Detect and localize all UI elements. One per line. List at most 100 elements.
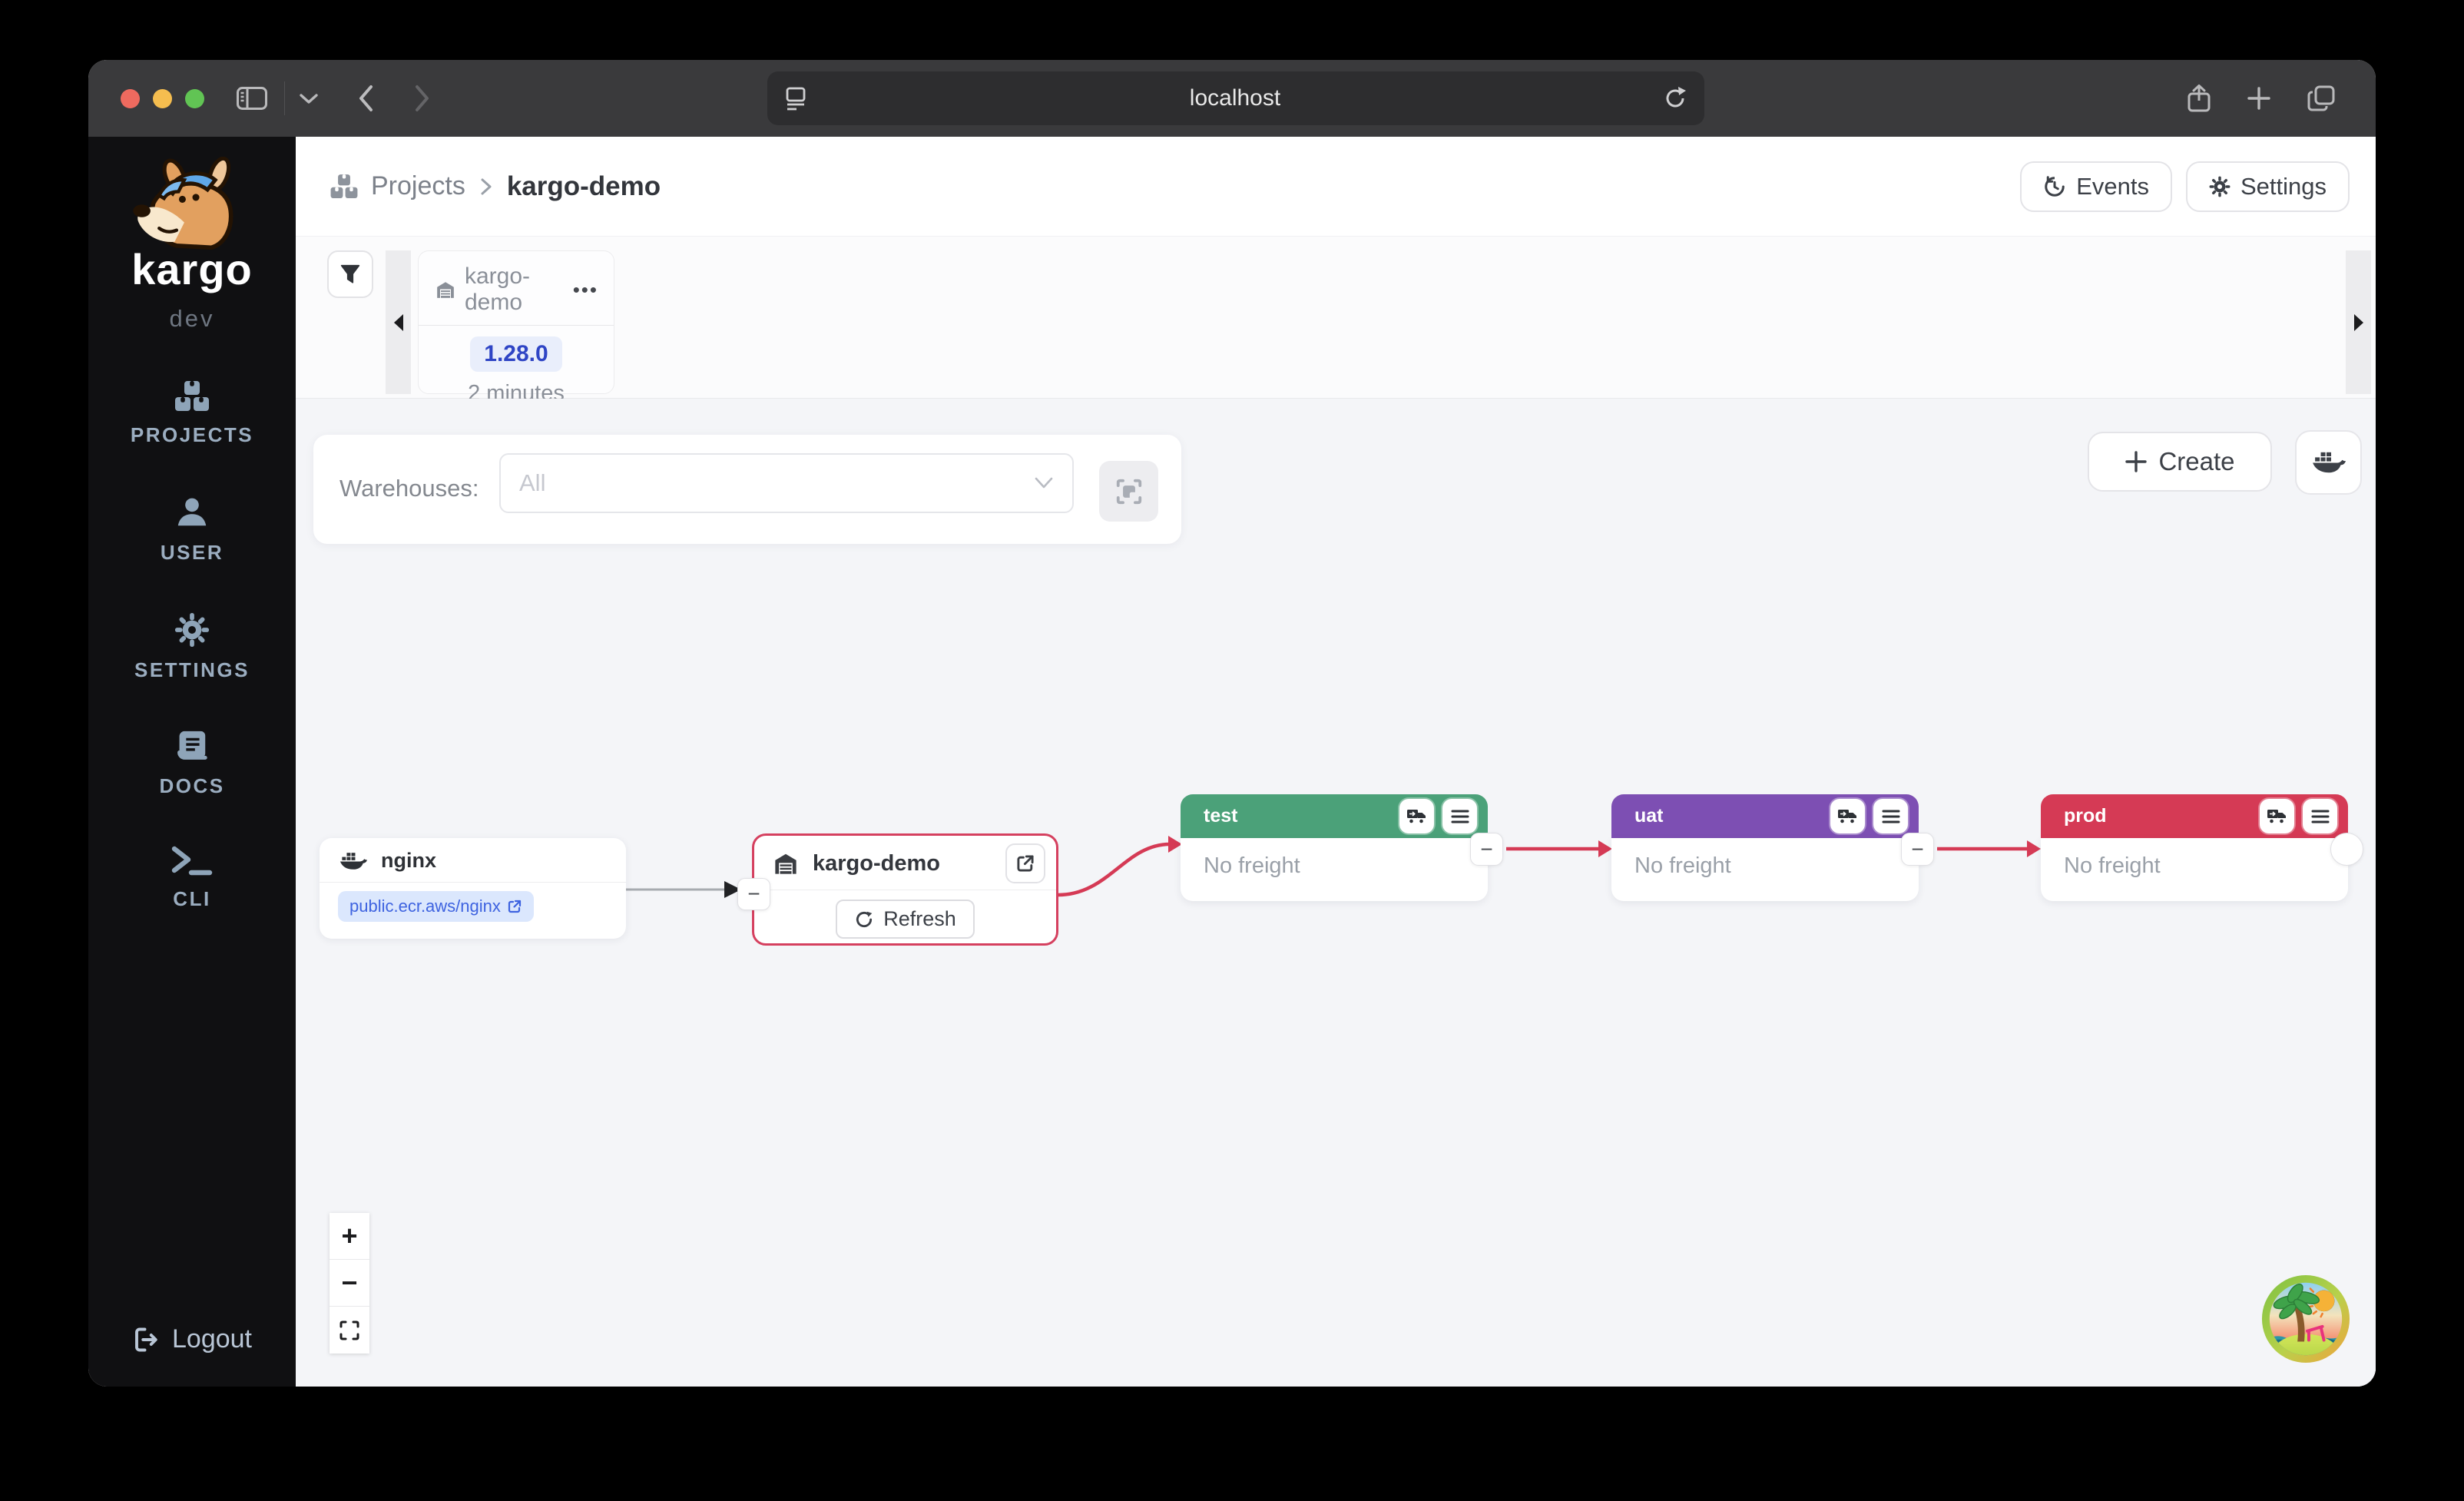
island-badge[interactable] [2260,1274,2351,1364]
breadcrumb-projects[interactable]: Projects [371,171,465,201]
stage-menu-button[interactable] [1873,799,1908,833]
stage-menu-button[interactable] [2303,799,2337,833]
warehouses-select[interactable]: All [499,453,1074,513]
freight-version-badge[interactable]: 1.28.0 [470,336,561,372]
share-icon[interactable] [2187,84,2211,113]
refresh-button[interactable]: Refresh [836,900,975,939]
history-icon [2043,175,2066,198]
page-header: Projects kargo-demo Events [296,137,2376,237]
kargo-logo[interactable] [124,157,260,253]
chevron-down-icon [1034,476,1054,490]
create-label: Create [2158,447,2234,476]
create-button[interactable]: Create [2088,432,2272,492]
kargo-wordmark: kargo [131,244,253,294]
reload-icon[interactable] [1663,85,1687,111]
image-frame-icon [1114,477,1144,506]
breadcrumb-separator-icon [479,177,493,197]
freight-card-menu[interactable]: ••• [573,278,598,302]
blocks-icon [174,380,210,413]
forward-icon[interactable] [414,84,431,112]
repo-node-nginx[interactable]: nginx public.ecr.aws/nginx [320,838,626,939]
fit-view-button[interactable] [330,1307,369,1354]
settings-label: Settings [2240,173,2327,200]
sidebar-item-label: CLI [173,887,210,911]
filter-button[interactable] [327,250,373,298]
freight-truck-button[interactable] [2260,799,2294,833]
warehouse-node[interactable]: − kargo-demo [752,833,1058,946]
back-icon[interactable] [357,84,374,112]
stage-menu-button[interactable] [1442,799,1477,833]
maximize-window-icon[interactable] [185,89,204,108]
stage-freight-status: No freight [1181,838,1488,879]
events-button[interactable]: Events [2020,161,2172,212]
stage-freight-status: No freight [1611,838,1919,879]
stage-collapse-chip[interactable]: − [1901,833,1934,866]
sidebar-item-docs[interactable]: DOCS [159,730,224,798]
zoom-in-button[interactable]: + [330,1213,369,1260]
timeline-scroll-left[interactable] [386,250,411,394]
stage-node-uat[interactable]: uat No freight − [1611,794,1919,901]
logout-button[interactable]: Logout [88,1324,296,1354]
tab-group-chevron-icon[interactable] [299,92,319,104]
pipeline-canvas[interactable]: Warehouses: All [296,399,2376,1387]
address-bar[interactable]: localhost [767,71,1704,125]
stage-collapse-chip[interactable]: − [1470,833,1503,866]
docker-images-button[interactable] [2295,430,2362,495]
sidebar-toggle-icon[interactable] [237,87,267,110]
warehouse-open-button[interactable] [1005,843,1045,883]
page-settings-icon[interactable] [784,85,807,111]
stage-header: prod [2041,794,2348,838]
timeline-scroll-right[interactable] [2346,250,2371,394]
stage-node-prod[interactable]: prod No freight [2041,794,2348,901]
breadcrumb-current: kargo-demo [507,171,661,202]
sidebar-item-projects[interactable]: PROJECTS [131,380,253,447]
sidebar-item-cli[interactable]: CLI [171,846,213,911]
settings-button[interactable]: Settings [2186,161,2350,212]
tab-overview-icon[interactable] [2307,84,2336,112]
truck-icon [2267,808,2287,825]
collapse-left-icon [392,313,405,333]
external-link-icon [1015,853,1035,873]
zoom-out-button[interactable]: − [330,1260,369,1307]
stage-collapse-chip[interactable] [2330,833,2363,866]
freight-truck-button[interactable] [1399,799,1434,833]
stage-customization-button[interactable] [1099,461,1158,522]
external-link-icon [507,899,522,914]
sidebar: kargo dev PROJECTS USER SETTINGS [88,137,296,1387]
menu-icon [2311,809,2330,824]
freight-card[interactable]: kargo-demo ••• 1.28.0 2 minutes [418,250,614,394]
warehouse-collapse-chip[interactable]: − [737,878,770,910]
user-icon [174,495,210,530]
truck-icon [1406,808,1427,825]
sidebar-item-user[interactable]: USER [161,495,224,565]
stage-node-test[interactable]: test No freight − [1181,794,1488,901]
stage-header: uat [1611,794,1919,838]
zoom-controls: + − [330,1213,369,1354]
freight-truck-button[interactable] [1830,799,1865,833]
new-tab-icon[interactable] [2247,86,2271,111]
fullscreen-icon [339,1320,359,1340]
logout-icon [132,1326,160,1354]
close-window-icon[interactable] [121,89,140,108]
minimize-window-icon[interactable] [153,89,172,108]
menu-icon [1451,809,1469,824]
repo-name: nginx [381,849,436,873]
docker-icon [2312,449,2346,475]
warehouse-icon [773,852,799,875]
logout-label: Logout [172,1324,252,1354]
funnel-icon [339,263,361,285]
repo-link[interactable]: public.ecr.aws/nginx [338,891,534,922]
warehouse-name: kargo-demo [813,851,992,876]
freight-timeline: kargo-demo ••• 1.28.0 2 minutes [296,237,2376,399]
browser-window: localhost [88,60,2376,1387]
sidebar-item-settings[interactable]: SETTINGS [134,612,250,682]
sidebar-item-label: SETTINGS [134,658,250,682]
browser-titlebar: localhost [88,60,2376,137]
stage-name: prod [2064,805,2251,827]
menu-icon [1882,809,1900,824]
refresh-label: Refresh [883,907,956,931]
events-label: Events [2076,173,2149,200]
plus-icon [2125,450,2148,473]
refresh-icon [854,910,874,929]
stage-name: test [1204,805,1391,827]
